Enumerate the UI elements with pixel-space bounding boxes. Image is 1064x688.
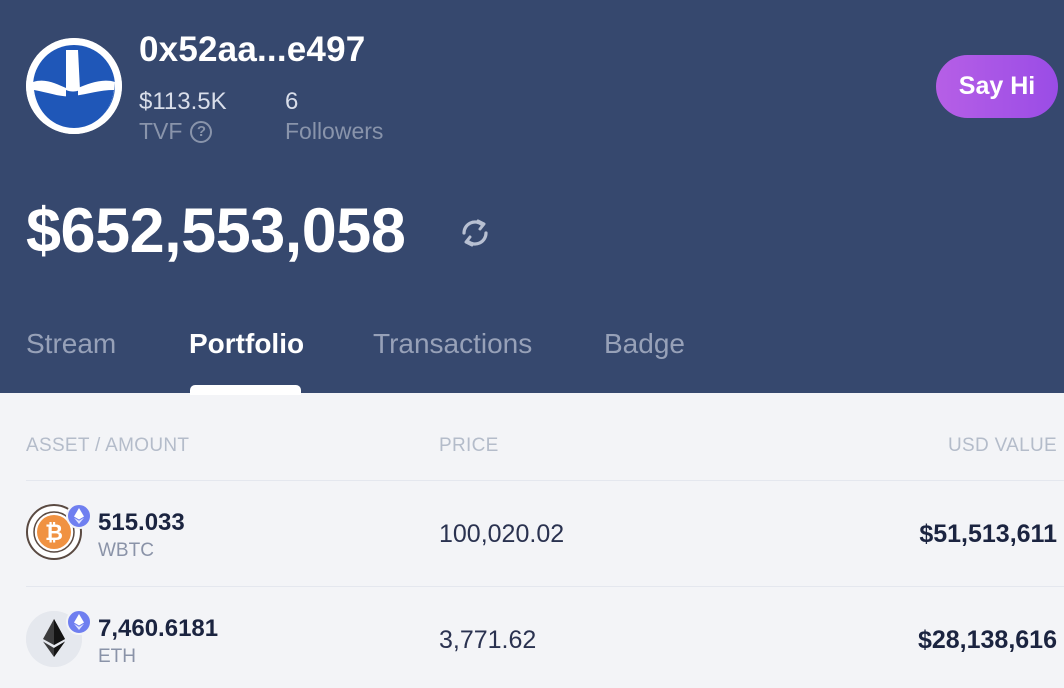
row-divider: [26, 586, 1064, 587]
column-header-asset[interactable]: ASSET / AMOUNT: [26, 435, 189, 457]
asset-amount: 7,460.6181: [98, 615, 219, 642]
asset-usd-value: $28,138,616: [917, 626, 1057, 654]
asset-usd-value: $51,513,611: [919, 520, 1057, 548]
asset-price: 100,020.02: [439, 520, 565, 548]
column-header-usd-value[interactable]: USD VALUE: [948, 435, 1057, 457]
active-tab-indicator: [190, 385, 301, 395]
say-hi-button[interactable]: Say Hi: [936, 55, 1058, 118]
tab-transactions[interactable]: Transactions: [373, 328, 532, 360]
asset-price: 3,771.62: [439, 626, 537, 654]
asset-symbol: ETH: [98, 646, 136, 667]
asset-symbol: WBTC: [98, 540, 154, 561]
followers-count[interactable]: 6: [285, 88, 298, 116]
profile-header: 0x52aa...e497 $113.5K TVF ? 6 Followers …: [0, 0, 1064, 395]
tvf-value: $113.5K: [139, 88, 227, 115]
tab-badge[interactable]: Badge: [604, 328, 685, 360]
refresh-icon[interactable]: [458, 218, 492, 248]
followers-label[interactable]: Followers: [285, 118, 383, 145]
ethereum-chain-icon: [66, 503, 92, 529]
tvf-label: TVF: [139, 118, 183, 144]
asset-amount: 515.033: [98, 509, 185, 536]
wallet-address[interactable]: 0x52aa...e497: [139, 30, 365, 70]
svg-text:₿: ₿: [45, 520, 63, 545]
tab-stream[interactable]: Stream: [26, 328, 116, 360]
question-circle-icon[interactable]: ?: [190, 120, 213, 143]
avatar[interactable]: [26, 38, 122, 134]
avatar-image: [26, 38, 122, 134]
row-divider: [26, 480, 1064, 481]
column-header-price[interactable]: PRICE: [439, 435, 499, 457]
tab-portfolio[interactable]: Portfolio: [189, 328, 304, 360]
tvf-label-group: TVF ?: [139, 118, 213, 145]
ethereum-chain-icon: [66, 609, 92, 635]
total-portfolio-value: $652,553,058: [26, 196, 406, 266]
